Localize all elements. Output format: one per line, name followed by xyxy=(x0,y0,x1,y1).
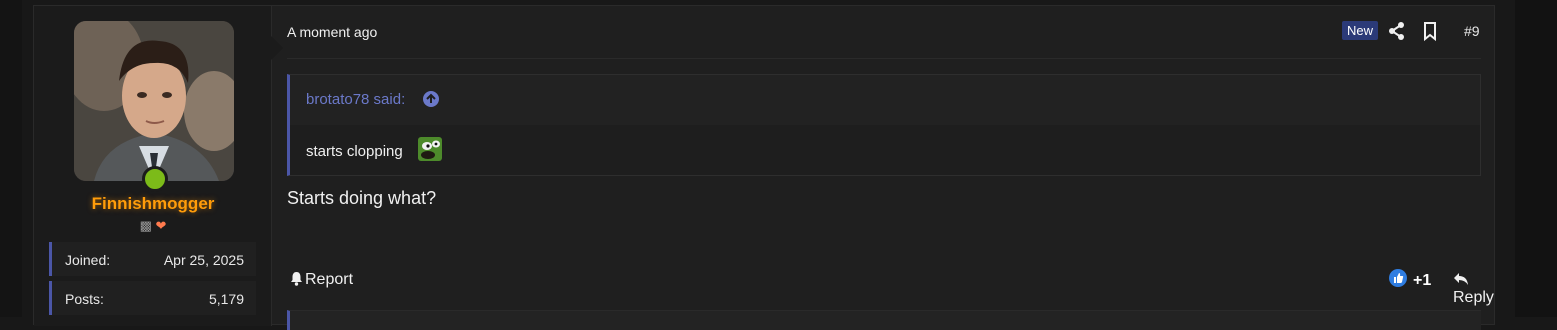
reply-button[interactable]: Reply xyxy=(1453,271,1494,307)
stat-label: Joined: xyxy=(65,252,111,268)
post-number[interactable]: #9 xyxy=(1464,23,1480,39)
avatar-image xyxy=(74,21,234,181)
share-icon[interactable] xyxy=(1387,20,1407,42)
next-post-quote-edge xyxy=(287,310,1481,330)
heart-icon[interactable]: ❤ xyxy=(156,218,167,233)
report-label: Report xyxy=(305,271,354,288)
user-badges: ▩ ❤ xyxy=(34,218,272,234)
like-reaction-icon[interactable] xyxy=(1388,268,1408,288)
username[interactable]: Finnishmogger xyxy=(34,194,272,214)
reply-icon xyxy=(1454,273,1468,285)
quote-block: brotato78 said: starts clopping xyxy=(287,74,1481,176)
stat-joined: Joined: Apr 25, 2025 xyxy=(49,242,256,276)
reaction-count[interactable]: +1 xyxy=(1413,272,1431,290)
reply-label: Reply xyxy=(1453,289,1494,306)
avatar[interactable] xyxy=(74,21,234,181)
online-status-indicator xyxy=(142,166,168,192)
quote-author-link[interactable]: brotato78 said: xyxy=(306,91,405,108)
right-rail xyxy=(1515,0,1557,317)
quote-text: starts clopping xyxy=(306,143,403,160)
post-body: Starts doing what? xyxy=(287,188,437,208)
report-button[interactable]: Report xyxy=(290,271,353,289)
message-header: A moment ago New #9 xyxy=(287,6,1481,59)
user-cell: Finnishmogger ▩ ❤ Joined: Apr 25, 2025 P… xyxy=(34,6,272,326)
robot-icon[interactable]: ▩ xyxy=(140,218,152,233)
stat-value: 5,179 xyxy=(208,291,244,307)
bookmark-icon[interactable] xyxy=(1420,20,1440,42)
left-rail xyxy=(0,0,22,317)
quote-body: starts clopping xyxy=(290,125,1480,175)
quote-title: brotato78 said: xyxy=(290,75,1480,125)
stat-value: Apr 25, 2025 xyxy=(163,252,244,268)
bell-icon xyxy=(291,272,302,286)
new-badge: New xyxy=(1342,21,1379,40)
post: Finnishmogger ▩ ❤ Joined: Apr 25, 2025 P… xyxy=(33,5,1495,330)
pepe-emoji xyxy=(418,137,442,161)
stat-posts: Posts: 5,179 xyxy=(49,281,256,315)
arrow-up-circle-icon[interactable] xyxy=(422,90,440,108)
stat-label: Posts: xyxy=(65,291,104,307)
message-cell: A moment ago New #9 brotato78 said: star… xyxy=(272,6,1494,330)
post-time[interactable]: A moment ago xyxy=(287,24,377,40)
